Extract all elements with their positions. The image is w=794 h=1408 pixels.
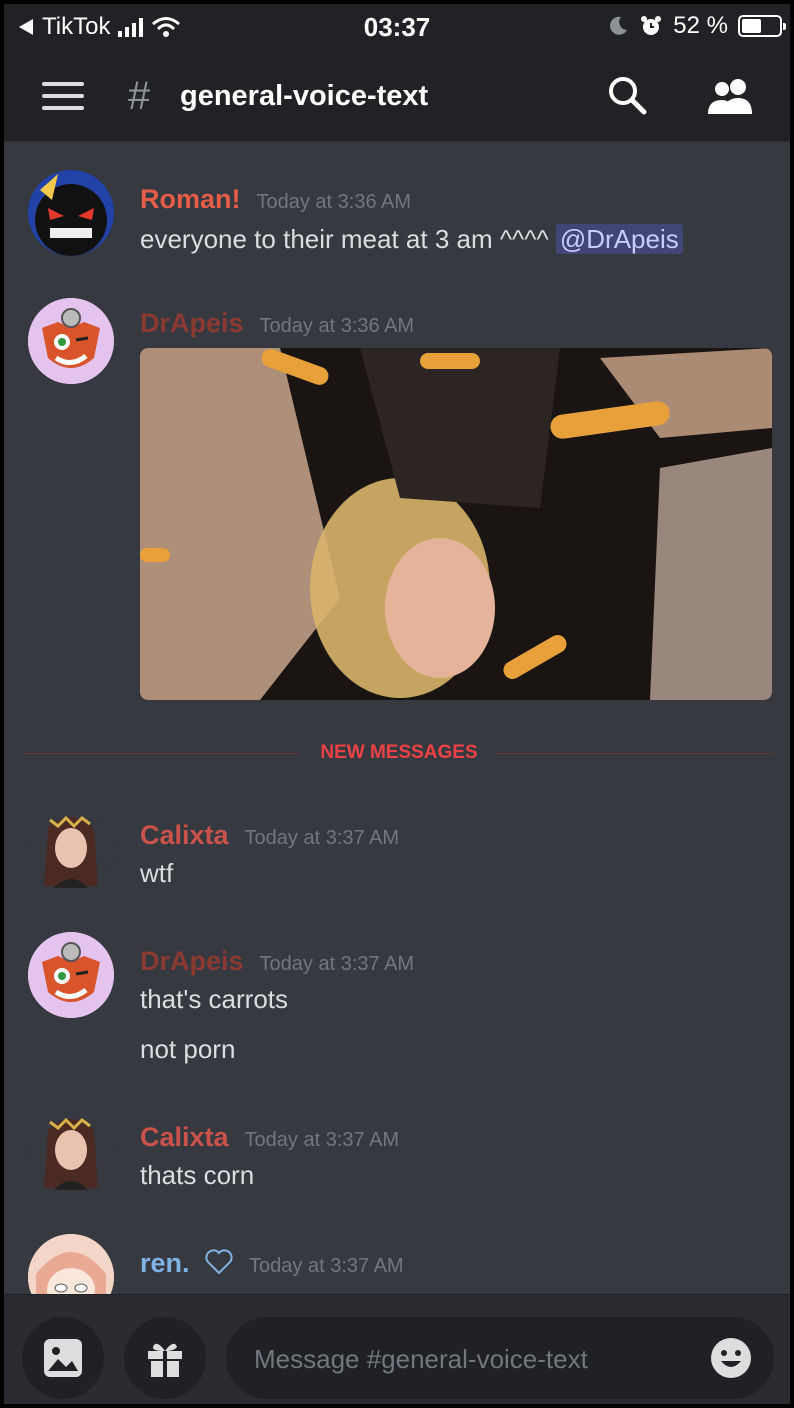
gift-icon (148, 1343, 182, 1377)
avatar[interactable] (28, 1234, 114, 1294)
timestamp: Today at 3:37 AM (259, 953, 415, 975)
timestamp: Today at 3:37 AM (244, 1129, 400, 1151)
status-bar: TikTok 03:37 52 % (4, 4, 790, 50)
gif-image (140, 348, 772, 700)
author-name[interactable]: Calixta (140, 820, 229, 850)
message-header: Calixta Today at 3:37 AM (140, 1122, 399, 1153)
battery-icon (738, 15, 786, 37)
timestamp: Today at 3:36 AM (256, 191, 412, 213)
author-name[interactable]: Calixta (140, 1122, 229, 1152)
message-roman[interactable]: Roman! Today at 3:36 AM everyone to their… (4, 170, 790, 280)
hash-icon: # (128, 74, 151, 118)
alarm-icon (641, 16, 662, 35)
avatar[interactable] (28, 932, 114, 1018)
message-calixta[interactable]: Calixta Today at 3:37 AM wtf (4, 808, 790, 908)
divider-line-right (496, 753, 774, 754)
heart-icon (205, 1249, 233, 1275)
author-name[interactable]: ren. (140, 1248, 190, 1278)
angry-face-icon (28, 170, 114, 256)
message-header: Calixta Today at 3:37 AM (140, 820, 399, 851)
composer-bar: Message #general-voice-text (4, 1294, 790, 1404)
message-text: that's carrots (140, 984, 289, 1014)
message-input-placeholder: Message #general-voice-text (254, 1344, 588, 1374)
message-header: DrApeis Today at 3:36 AM (140, 308, 414, 339)
battery-fill (742, 19, 761, 33)
crash-bandicoot-avatar-icon (28, 298, 114, 384)
moon-icon (610, 16, 628, 35)
message-header: Roman! Today at 3:36 AM (140, 184, 411, 215)
message-calixta[interactable]: Calixta Today at 3:37 AM thats corn (4, 1110, 790, 1210)
avatar[interactable] (28, 298, 114, 384)
search-icon[interactable] (606, 74, 648, 116)
avatar[interactable] (28, 1110, 114, 1196)
crash-bandicoot-avatar-icon (28, 932, 114, 1018)
gift-button[interactable] (124, 1317, 206, 1399)
new-messages-divider: NEW MESSAGES (24, 742, 774, 766)
discord-app: TikTok 03:37 52 % # general-voice-text R… (4, 4, 790, 1404)
status-right: 52 % (607, 12, 786, 40)
message-line: everyone to their meat at 3 am ^^^^ (140, 224, 549, 254)
menu-icon[interactable] (42, 82, 84, 110)
calixta-avatar-icon (28, 808, 114, 894)
message-text: wtf (140, 858, 174, 888)
avatar[interactable] (28, 170, 114, 256)
gif-attachment[interactable] (140, 348, 772, 700)
mention[interactable]: @DrApeis (555, 224, 683, 254)
ren-avatar-icon (28, 1234, 114, 1294)
message-text: everyone to their meat at 3 am ^^^^ @DrA… (140, 224, 683, 255)
message-header: DrApeis Today at 3:37 AM (140, 946, 414, 977)
message-ren[interactable]: ren. Today at 3:37 AM (4, 1234, 790, 1294)
timestamp: Today at 3:37 AM (249, 1255, 404, 1277)
message-input[interactable]: Message #general-voice-text (226, 1317, 774, 1399)
image-icon (44, 1339, 82, 1377)
message-header: ren. Today at 3:37 AM (140, 1248, 404, 1279)
author-name[interactable]: Roman! (140, 184, 241, 214)
channel-title: general-voice-text (180, 80, 429, 112)
timestamp: Today at 3:36 AM (259, 315, 415, 337)
message-drapeis[interactable]: DrApeis Today at 3:37 AM that's carrots n… (4, 932, 790, 1072)
author-name[interactable]: DrApeis (140, 308, 244, 338)
timestamp: Today at 3:37 AM (244, 827, 400, 849)
avatar[interactable] (28, 808, 114, 894)
members-icon[interactable] (702, 76, 758, 116)
channel-header: # general-voice-text (4, 50, 790, 142)
calixta-avatar-icon (28, 1110, 114, 1196)
attach-image-button[interactable] (22, 1317, 104, 1399)
emoji-icon[interactable] (710, 1337, 752, 1379)
message-text: not porn (140, 1034, 236, 1064)
battery-percent: 52 % (673, 12, 728, 39)
author-name[interactable]: DrApeis (140, 946, 244, 976)
message-text: thats corn (140, 1160, 255, 1190)
